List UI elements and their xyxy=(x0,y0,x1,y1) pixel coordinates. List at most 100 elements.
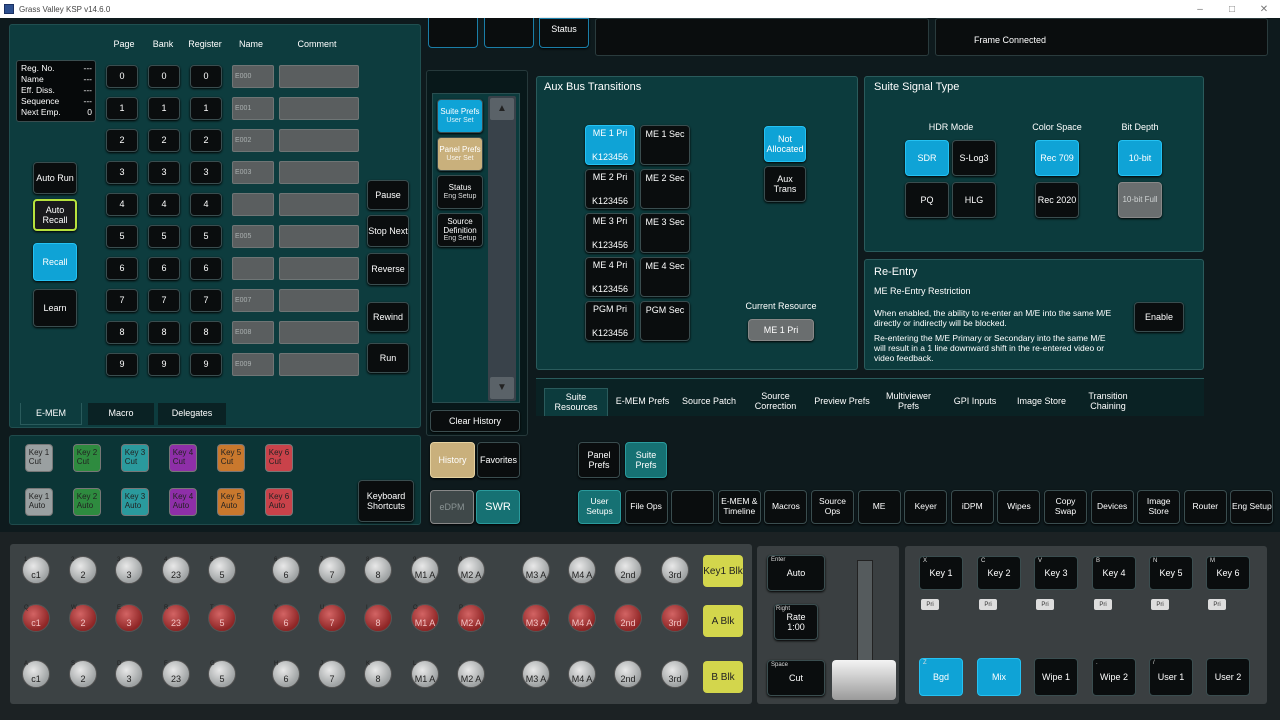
emem-row-number[interactable]: 0 xyxy=(203,71,208,81)
trans-type-label[interactable]: Wipe 1 xyxy=(1042,672,1070,682)
learn-button[interactable]: Learn xyxy=(33,289,77,327)
crosspoint-hotkey[interactable]: K xyxy=(366,661,370,667)
pq-button[interactable]: PQ xyxy=(905,182,949,218)
rec709-button[interactable]: Rec 709 xyxy=(1035,140,1079,176)
aux-sec-button[interactable]: ME 2 Sec xyxy=(640,169,690,209)
menu-tab-label[interactable]: User Setups xyxy=(579,496,620,517)
crosspoint-label[interactable]: c1 xyxy=(19,618,53,628)
aux-pri-label[interactable]: ME 3 Pri xyxy=(593,216,628,226)
emem-header[interactable]: Page xyxy=(104,39,144,49)
crosspoint-hotkey[interactable]: H xyxy=(274,661,278,667)
emem-row-number[interactable]: 1 xyxy=(119,103,124,113)
emem-name-field[interactable]: E003 xyxy=(232,161,274,184)
menu-tab-label[interactable]: Router xyxy=(1193,501,1219,512)
trans-type-button[interactable]: Wipe 2 xyxy=(1092,658,1136,696)
rewind-button[interactable]: Rewind xyxy=(367,302,409,332)
menu-tab[interactable]: Keyer xyxy=(904,490,948,524)
pri-label[interactable]: Pri xyxy=(984,602,991,608)
reverse-button[interactable]: Reverse xyxy=(367,253,409,285)
emem-row-bank-button[interactable]: 3 xyxy=(148,161,180,184)
menu-tab[interactable]: Router xyxy=(1183,490,1227,524)
keyer-hotkey[interactable]: X xyxy=(923,558,927,564)
emem-comment-field[interactable] xyxy=(279,161,359,184)
recall-button[interactable]: Recall xyxy=(33,243,77,281)
crosspoint-hotkey[interactable]: ; xyxy=(459,661,461,667)
trans-type-label[interactable]: Wipe 2 xyxy=(1100,672,1128,682)
crosspoint-label[interactable]: M3 A xyxy=(519,618,553,628)
menu-tab-label[interactable]: Source Ops xyxy=(812,496,853,517)
key-auto-button[interactable]: Key 4 Auto xyxy=(169,488,197,516)
crosspoint-label[interactable]: M2 A xyxy=(454,570,488,580)
pref-tab[interactable]: Multiviewer Prefs xyxy=(877,388,941,416)
emem-row-bank-button[interactable]: 4 xyxy=(148,193,180,216)
key-black-button[interactable]: A Blk xyxy=(703,605,743,637)
menu-tab-label[interactable]: Eng Setup xyxy=(1232,501,1272,512)
crosspoint-hotkey[interactable]: 4 xyxy=(164,557,167,563)
menu-tab-label[interactable]: E-MEM & Timeline xyxy=(719,496,760,517)
trans-type-label[interactable]: Bgd xyxy=(933,672,949,682)
pref-tab-label[interactable]: Source Patch xyxy=(682,396,736,407)
menu-tab[interactable]: E-MEM & Timeline xyxy=(717,490,761,524)
crosspoint-label[interactable]: 5 xyxy=(205,570,239,580)
menu-tab-label[interactable]: Image Store xyxy=(1138,496,1179,517)
emem-row-number[interactable]: 0 xyxy=(161,71,166,81)
crosspoint-label[interactable]: 6 xyxy=(269,570,303,580)
emem-row-bank-button[interactable]: 0 xyxy=(148,65,180,88)
pref-tab-label[interactable]: E-MEM Prefs xyxy=(616,396,670,407)
menu-tab[interactable] xyxy=(671,490,715,524)
scroll-down-icon[interactable]: ▼ xyxy=(490,377,514,399)
enable-button[interactable]: Enable xyxy=(1134,302,1184,332)
emem-row-number[interactable]: 9 xyxy=(161,359,166,369)
emem-name-field[interactable]: E005 xyxy=(232,225,274,248)
menu-tab[interactable]: Source Ops xyxy=(811,490,854,524)
crosspoint-label[interactable]: 8 xyxy=(361,570,395,580)
pref-tab[interactable]: Image Store xyxy=(1010,388,1074,416)
info-value[interactable]: --- xyxy=(78,96,93,106)
crosspoint-label[interactable]: 3rd xyxy=(658,570,692,580)
emem-row-number[interactable]: 5 xyxy=(161,231,166,241)
crosspoint-label[interactable]: 2nd xyxy=(611,674,645,684)
emem-row-page-button[interactable]: 9 xyxy=(106,353,138,376)
crosspoint-label[interactable]: 5 xyxy=(205,674,239,684)
emem-row-bank-button[interactable]: 1 xyxy=(148,97,180,120)
key-cut-button[interactable]: Key 3 Cut xyxy=(121,444,149,472)
keyer-hotkey[interactable]: M xyxy=(1210,558,1215,564)
emem-comment-field[interactable] xyxy=(279,129,359,152)
emem-row-number[interactable]: 9 xyxy=(203,359,208,369)
crosspoint-label[interactable]: 3rd xyxy=(658,674,692,684)
emem-row-register-button[interactable]: 1 xyxy=(190,97,222,120)
emem-row-register-button[interactable]: 9 xyxy=(190,353,222,376)
crosspoint-hotkey[interactable]: O xyxy=(413,605,418,611)
emem-row-page-button[interactable]: 4 xyxy=(106,193,138,216)
crosspoint-label[interactable]: 7 xyxy=(315,674,349,684)
menu-tab[interactable]: Macros xyxy=(764,490,808,524)
crosspoint-label[interactable]: 23 xyxy=(159,570,193,580)
history-item-sub[interactable]: Eng Setup xyxy=(444,193,477,201)
aux-pri-button[interactable]: ME 1 Pri K123456 xyxy=(585,125,635,165)
emem-row-number[interactable]: 8 xyxy=(203,327,208,337)
crosspoint-label[interactable]: 23 xyxy=(159,618,193,628)
emem-comment-field[interactable] xyxy=(279,97,359,120)
aux-sec-button[interactable]: ME 3 Sec xyxy=(640,213,690,253)
keyer-label[interactable]: Key 1 xyxy=(929,568,952,578)
menu-tab[interactable]: ME xyxy=(857,490,901,524)
aux-pri-label[interactable]: ME 1 Pri xyxy=(593,128,628,138)
emem-row-number[interactable]: 7 xyxy=(161,295,166,305)
emem-row-number[interactable]: 7 xyxy=(119,295,124,305)
key-cut-button[interactable]: Key 6 Cut xyxy=(265,444,293,472)
crosspoint-label[interactable]: 3 xyxy=(112,674,146,684)
emem-comment-field[interactable] xyxy=(279,65,359,88)
crosspoint-label[interactable]: M1 A xyxy=(408,570,442,580)
crosspoint-hotkey[interactable]: 9 xyxy=(413,557,416,563)
trans-type-button[interactable]: Mix xyxy=(977,658,1021,696)
aux-sec-button[interactable]: PGM Sec xyxy=(640,301,690,341)
keyer-label[interactable]: Key 3 xyxy=(1044,568,1067,578)
history-item-sub[interactable]: User Set xyxy=(446,117,473,125)
not-allocated-button[interactable]: Not Allocated xyxy=(764,126,806,162)
aux-sec-button[interactable]: ME 1 Sec xyxy=(640,125,690,165)
menu-tab-label[interactable]: Devices xyxy=(1097,501,1127,512)
keyer-hotkey[interactable]: C xyxy=(981,558,985,564)
pri-button[interactable]: Pri xyxy=(921,599,939,610)
status-top-button[interactable]: Status xyxy=(539,18,589,48)
trans-type-button[interactable]: Wipe 1 xyxy=(1034,658,1078,696)
